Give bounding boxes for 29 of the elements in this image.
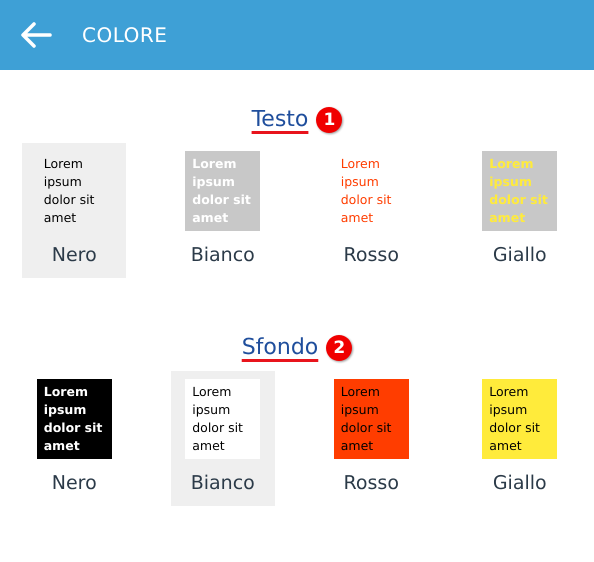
section-title: Sfondo <box>242 334 318 360</box>
back-button[interactable] <box>20 21 52 49</box>
sample-text: Lorem ipsum dolor sit amet <box>482 151 558 231</box>
option-label: Nero <box>52 472 97 494</box>
sample-text: Lorem ipsum dolor sit amet <box>340 155 392 227</box>
option-label: Nero <box>52 244 97 266</box>
sample-text: Lorem ipsum dolor sit amet <box>482 379 558 459</box>
back-arrow-icon <box>20 21 52 49</box>
color-option[interactable]: Lorem ipsum dolor sit amet Giallo <box>468 143 572 278</box>
option-label: Bianco <box>190 244 255 266</box>
option-label: Bianco <box>190 472 255 494</box>
color-option[interactable]: Lorem ipsum dolor sit amet Nero <box>22 371 126 506</box>
option-label: Rosso <box>344 244 399 266</box>
number-badge: 1 <box>316 107 342 133</box>
option-label: Giallo <box>492 472 547 494</box>
page-title: COLORE <box>82 23 168 47</box>
option-label: Rosso <box>344 472 399 494</box>
sample-text: Lorem ipsum dolor sit amet <box>42 155 96 227</box>
color-option[interactable]: Lorem ipsum dolor sit amet Nero <box>22 143 126 278</box>
color-option[interactable]: Lorem ipsum dolor sit amet Rosso <box>319 371 424 506</box>
section-title: Testo <box>252 106 308 132</box>
sample-text: Lorem ipsum dolor sit amet <box>334 379 409 459</box>
number-badge: 2 <box>326 335 352 361</box>
sample-text: Lorem ipsum dolor sit amet <box>36 379 112 459</box>
color-option[interactable]: Lorem ipsum dolor sit amet Bianco <box>170 371 275 506</box>
sample-text: Lorem ipsum dolor sit amet <box>185 379 260 459</box>
color-option[interactable]: Lorem ipsum dolor sit amet Giallo <box>468 371 572 506</box>
option-label: Giallo <box>492 244 547 266</box>
color-option[interactable]: Lorem ipsum dolor sit amet Rosso <box>319 143 424 278</box>
